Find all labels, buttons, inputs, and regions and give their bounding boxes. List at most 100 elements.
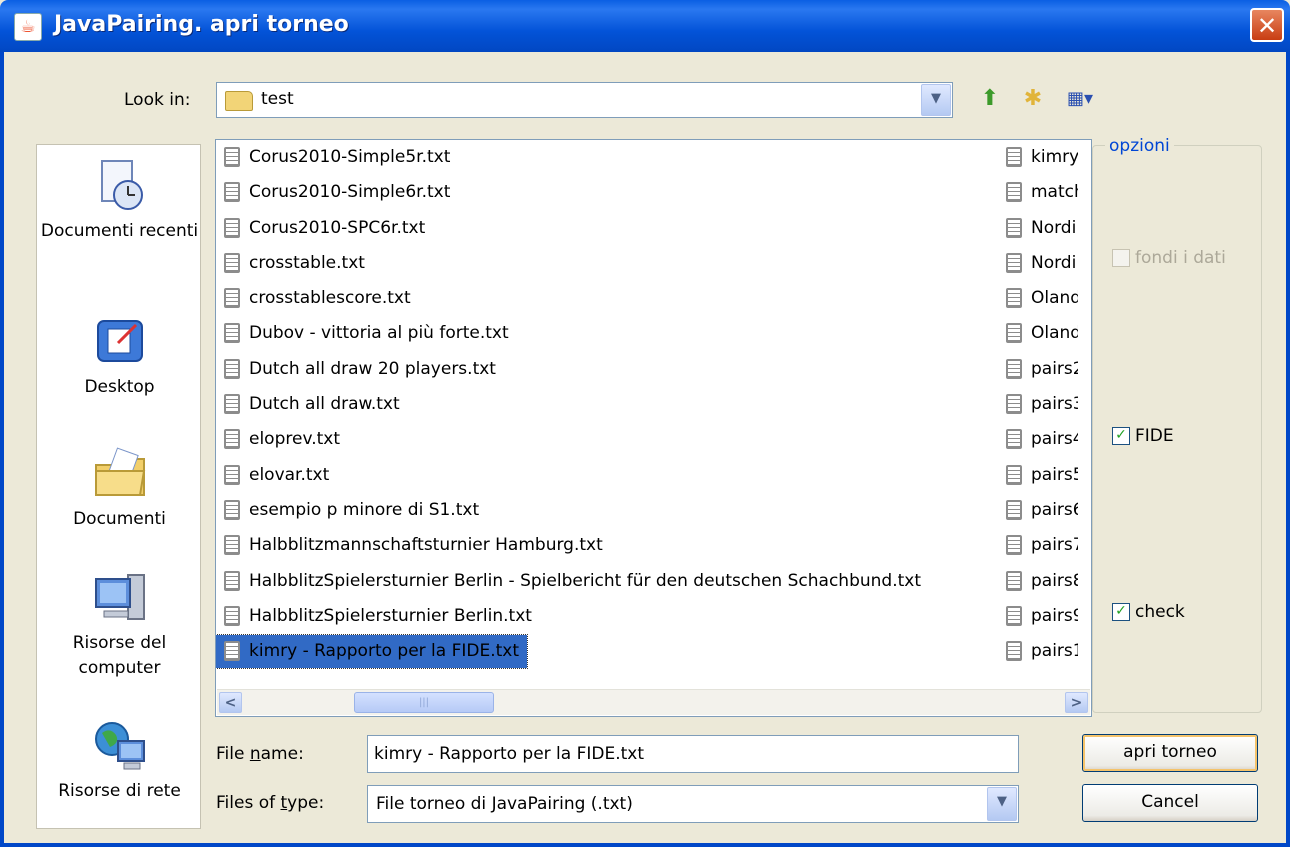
place-desktop[interactable]: Desktop [37,313,202,400]
file-row[interactable]: pairs9 [998,599,1078,634]
file-entry[interactable]: elovar.txt [216,464,330,485]
file-name: pairs4 [1031,429,1078,450]
file-type-value: File torneo di JavaPairing (.txt) [376,794,633,814]
file-entry[interactable]: HalbblitzSpielersturnier Berlin.txt [216,605,532,626]
window-frame-bottom [0,843,1290,847]
file-row[interactable]: Nordi [998,211,1078,246]
file-name: Dubov - vittoria al più forte.txt [249,323,509,344]
file-list[interactable]: Corus2010-Simple5r.txt Corus2010-Simple6r… [215,139,1092,717]
file-row[interactable]: Dutch all draw.txt [216,387,996,422]
file-row[interactable]: kimry [998,140,1078,175]
file-row[interactable]: kimry - Rapporto per la FIDE.txt [216,634,996,670]
checkbox-box[interactable] [1112,249,1130,267]
file-name: HalbblitzSpielersturnier Berlin - Spielb… [249,570,921,591]
file-row[interactable]: Oland [998,316,1078,351]
place-documents[interactable]: Documenti [37,445,202,532]
file-entry[interactable]: Halbblitzmannschaftsturnier Hamburg.txt [216,535,603,556]
file-name: pairs5 [1031,464,1078,485]
file-row[interactable]: pairs1 [998,634,1078,669]
new-folder-icon[interactable]: ✱ [1018,84,1048,114]
file-row[interactable]: Dubov - vittoria al più forte.txt [216,316,996,351]
file-row[interactable]: Corus2010-SPC6r.txt [216,211,996,246]
file-row[interactable]: pairs7 [998,528,1078,563]
file-name: pairs8 [1031,570,1078,591]
text-file-icon [224,358,240,379]
file-name: kimry [1031,147,1078,167]
recent-documents-icon [100,160,143,210]
check-label: check [1135,602,1185,622]
text-file-icon [1006,429,1022,450]
file-row[interactable]: Corus2010-Simple5r.txt [216,140,996,175]
file-row[interactable]: match [998,175,1078,210]
title-bar[interactable]: ☕ JavaPairing. apri torneo ✕ [0,0,1290,52]
file-row[interactable]: Oland [998,281,1078,316]
file-name-input[interactable]: kimry - Rapporto per la FIDE.txt [367,735,1019,773]
file-row[interactable]: Corus2010-Simple6r.txt [216,175,996,210]
file-name: crosstablescore.txt [249,288,411,309]
file-row[interactable]: crosstablescore.txt [216,281,996,316]
file-entry[interactable]: eloprev.txt [216,429,340,450]
view-menu-icon[interactable]: ▦▾ [1060,84,1100,114]
scroll-left-button[interactable]: < [219,692,242,713]
file-row[interactable]: pairs6 [998,493,1078,528]
text-file-icon [224,288,240,309]
scroll-thumb[interactable]: ||| [354,692,494,713]
file-name: Nordi [1031,252,1077,273]
file-row[interactable]: HalbblitzSpielersturnier Berlin - Spielb… [216,564,996,599]
fide-checkbox[interactable]: ✓ FIDE [1112,426,1174,446]
file-entry[interactable]: Corus2010-SPC6r.txt [216,217,425,238]
chevron-down-icon[interactable]: ▼ [987,787,1017,821]
cancel-button[interactable]: Cancel [1082,784,1258,822]
file-name: elovar.txt [249,464,330,485]
text-file-icon [224,147,240,167]
file-row[interactable]: crosstable.txt [216,246,996,281]
file-row[interactable]: pairs3 [998,387,1078,422]
file-entry[interactable]: HalbblitzSpielersturnier Berlin - Spielb… [216,570,921,591]
file-entry[interactable]: kimry - Rapporto per la FIDE.txt [216,634,529,670]
file-row[interactable]: esempio p minore di S1.txt [216,493,996,528]
file-row[interactable]: Nordi [998,246,1078,281]
checkmark-icon[interactable]: ✓ [1112,603,1130,621]
place-recent-documents[interactable]: Documenti recenti [37,157,202,244]
check-checkbox[interactable]: ✓ check [1112,602,1185,622]
file-name: Corus2010-Simple6r.txt [249,182,451,203]
file-entry[interactable]: Dutch all draw.txt [216,394,400,415]
chevron-down-icon[interactable]: ▼ [921,84,951,116]
file-row[interactable]: Halbblitzmannschaftsturnier Hamburg.txt [216,528,996,563]
file-row[interactable]: eloprev.txt [216,422,996,457]
place-label: Desktop [84,377,155,397]
place-label: Documenti [73,509,166,529]
scroll-right-button[interactable]: > [1065,692,1088,713]
window-frame-right [1286,52,1290,847]
checkmark-icon[interactable]: ✓ [1112,427,1130,445]
file-entry[interactable]: crosstable.txt [216,252,365,273]
text-file-icon [224,252,240,273]
file-type-label: Files of type: [216,793,325,813]
file-row[interactable]: pairs4 [998,422,1078,457]
close-button[interactable]: ✕ [1250,8,1284,42]
file-entry[interactable]: Dutch all draw 20 players.txt [216,358,496,379]
text-file-icon [1006,499,1022,520]
file-entry[interactable]: crosstablescore.txt [216,288,411,309]
place-my-computer[interactable]: Risorse del computer [37,569,202,681]
file-row[interactable]: elovar.txt [216,458,996,493]
place-label: Risorse di rete [58,781,181,801]
file-entry[interactable]: Corus2010-Simple5r.txt [216,147,450,167]
file-row[interactable]: pairs8 [998,564,1078,599]
look-in-combo[interactable]: test ▼ [216,82,953,118]
file-row[interactable]: pairs5 [998,458,1078,493]
window-title: JavaPairing. apri torneo [54,12,349,37]
file-entry[interactable]: Corus2010-Simple6r.txt [216,182,451,203]
file-entry[interactable]: esempio p minore di S1.txt [216,499,479,520]
file-entry[interactable]: Dubov - vittoria al più forte.txt [216,323,509,344]
place-network[interactable]: Risorse di rete [37,717,202,804]
horizontal-scrollbar[interactable]: < ||| > [217,689,1090,715]
file-row[interactable]: Dutch all draw 20 players.txt [216,352,996,387]
options-legend: opzioni [1105,136,1174,156]
merge-data-checkbox[interactable]: fondi i dati [1112,248,1226,268]
file-type-combo[interactable]: File torneo di JavaPairing (.txt) ▼ [367,785,1019,823]
open-tournament-button[interactable]: apri torneo [1082,734,1258,772]
file-row[interactable]: pairs2 [998,352,1078,387]
up-folder-icon[interactable]: ⬆ [975,84,1005,114]
file-row[interactable]: HalbblitzSpielersturnier Berlin.txt [216,599,996,634]
